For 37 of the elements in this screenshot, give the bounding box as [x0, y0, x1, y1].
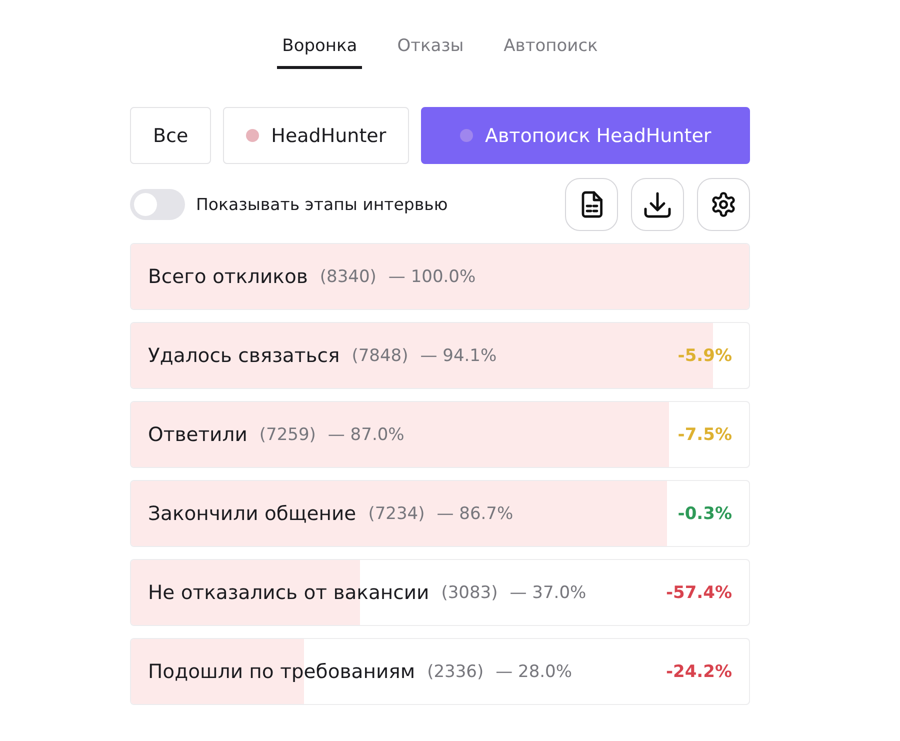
report-button[interactable]	[565, 178, 618, 231]
stage-label: Ответили	[148, 423, 248, 446]
settings-button[interactable]	[697, 178, 750, 231]
stage-count: (7234)	[368, 504, 425, 524]
stage-label: Закончили общение	[148, 502, 356, 525]
source-filter-button[interactable]: Все	[130, 107, 212, 164]
stage-change: -57.4%	[666, 582, 732, 602]
stage-share: — 28.0%	[496, 662, 572, 682]
stage-change: -5.9%	[678, 346, 732, 366]
stage-label: Удалось связаться	[148, 344, 340, 367]
tab[interactable]: Автопоиск	[498, 30, 603, 69]
document-icon	[580, 191, 602, 218]
toggle-switch[interactable]	[130, 189, 185, 220]
download-button[interactable]	[631, 178, 684, 231]
download-icon	[644, 192, 671, 218]
toggle-label: Показывать этапы интервью	[196, 195, 448, 214]
tab[interactable]: Отказы	[392, 30, 469, 69]
stage-label: Не отказались от вакансии	[148, 581, 430, 604]
stage-count: (2336)	[427, 662, 484, 682]
stage-label: Подошли по требованиям	[148, 660, 416, 683]
stage-share: — 100.0%	[388, 266, 476, 286]
stage-count: (3083)	[441, 582, 498, 602]
stage-change: -0.3%	[678, 504, 732, 524]
stage-share: — 94.1%	[420, 346, 497, 366]
stage-label: Всего откликов	[148, 265, 308, 288]
tab[interactable]: Воронка	[277, 30, 362, 69]
stage-share: — 86.7%	[436, 504, 514, 524]
settings-icon	[710, 191, 737, 218]
stage-count: (7848)	[352, 346, 408, 366]
source-filter-button[interactable]: Автопоиск HeadHunter	[421, 107, 750, 164]
stage-count: (7259)	[259, 424, 316, 444]
stage-share: — 37.0%	[510, 582, 586, 602]
stage-change: -7.5%	[678, 424, 732, 444]
source-filter-button[interactable]: HeadHunter	[223, 107, 410, 164]
stage-share: — 87.0%	[328, 424, 404, 444]
stage-count: (8340)	[320, 266, 376, 286]
stage-change: -24.2%	[666, 662, 732, 682]
